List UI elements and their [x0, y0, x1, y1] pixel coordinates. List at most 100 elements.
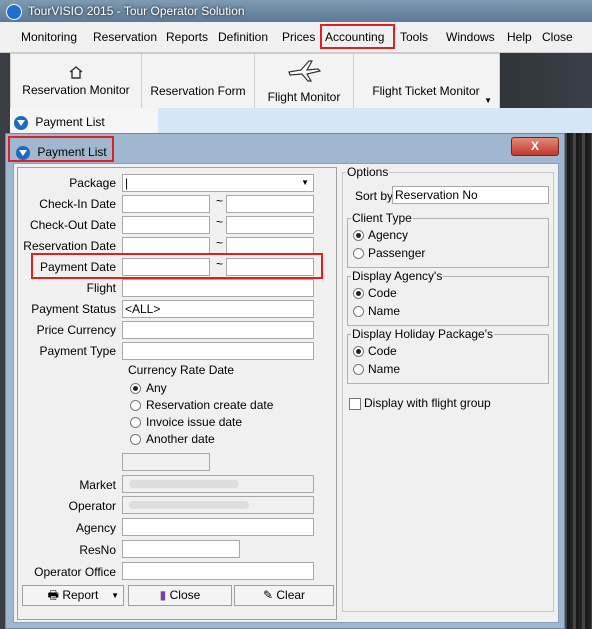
menu-close[interactable]: Close — [542, 30, 573, 44]
flight-label: Flight — [86, 281, 116, 295]
client-type-title: Client Type — [351, 211, 413, 225]
payment-list-tab-label: Payment List — [35, 115, 105, 129]
flight-group-label[interactable]: Display with flight group — [364, 396, 491, 410]
check-out-label: Check-Out Date — [29, 218, 116, 232]
check-in-to-field[interactable] — [226, 195, 314, 213]
rate-create-label[interactable]: Reservation create date — [146, 398, 273, 412]
agency-code-radio[interactable] — [353, 288, 364, 299]
menu-bar: Monitoring Reservation Reports Definitio… — [0, 22, 592, 53]
check-out-to-field[interactable] — [226, 216, 314, 234]
clear-button[interactable]: ✎ Clear — [234, 585, 334, 606]
reservation-date-label: Reservation Date — [23, 239, 116, 253]
check-in-from-field[interactable] — [122, 195, 210, 213]
menu-help[interactable]: Help — [507, 30, 532, 44]
operator-field[interactable] — [122, 496, 314, 514]
range-separator: ~ — [216, 236, 224, 250]
home-icon — [69, 66, 83, 79]
close-button[interactable]: ▮ Close — [128, 585, 232, 606]
package-dropdown[interactable]: | ▼ — [122, 174, 314, 192]
menu-monitoring[interactable]: Monitoring — [21, 30, 77, 44]
redacted-text — [129, 480, 239, 488]
dialog-close-button[interactable]: X — [511, 137, 559, 156]
report-label: Report — [62, 588, 99, 602]
market-field[interactable] — [122, 475, 314, 493]
price-currency-field[interactable] — [122, 321, 314, 339]
reservation-monitor-button[interactable]: Reservation Monitor — [11, 54, 142, 109]
redacted-text — [129, 501, 249, 509]
flight-monitor-button[interactable]: Flight Monitor — [255, 54, 354, 109]
rate-invoice-radio[interactable] — [130, 417, 141, 428]
payment-status-field[interactable]: <ALL> — [122, 300, 314, 318]
dropdown-arrow-icon[interactable]: ▼ — [111, 586, 119, 605]
another-date-field[interactable] — [122, 453, 210, 471]
holiday-name-radio[interactable] — [353, 364, 364, 375]
rate-invoice-label[interactable]: Invoice issue date — [146, 415, 242, 429]
flight-monitor-label: Flight Monitor — [267, 90, 341, 104]
resno-field[interactable] — [122, 540, 240, 558]
rate-another-label[interactable]: Another date — [146, 432, 215, 446]
operator-office-label: Operator Office — [34, 565, 116, 579]
rate-another-radio[interactable] — [130, 434, 141, 445]
menu-reports[interactable]: Reports — [166, 30, 208, 44]
rate-any-label[interactable]: Any — [146, 381, 167, 395]
chevron-down-icon[interactable]: ▼ — [301, 175, 309, 191]
options-title: Options — [346, 165, 390, 179]
client-agency-radio[interactable] — [353, 230, 364, 241]
app-titlebar: TourVISIO 2015 - Tour Operator Solution — [0, 0, 592, 22]
flight-ticket-monitor-button[interactable]: Flight Ticket Monitor ▼ — [354, 54, 498, 109]
tab-strip-filler — [158, 108, 592, 133]
menu-definition[interactable]: Definition — [218, 30, 268, 44]
reservation-form-button[interactable]: Reservation Form — [142, 54, 255, 109]
report-button[interactable]: 🖶 Report ▼ — [22, 585, 124, 606]
operator-office-field[interactable] — [122, 562, 314, 580]
holiday-code-radio[interactable] — [353, 346, 364, 357]
menu-tools[interactable]: Tools — [400, 30, 428, 44]
main-toolbar: Reservation Monitor Reservation Form Fli… — [10, 53, 500, 110]
market-label: Market — [79, 478, 116, 492]
airplane-icon — [288, 60, 321, 82]
options-group: Options Sort by Reservation No Client Ty… — [342, 165, 554, 612]
agency-field[interactable] — [122, 518, 314, 536]
agency-name-radio[interactable] — [353, 306, 364, 317]
display-agency-group: Display Agency's Code Name — [347, 269, 549, 326]
accounting-highlight — [320, 24, 395, 49]
payment-type-field[interactable] — [122, 342, 314, 360]
sort-by-field[interactable]: Reservation No — [392, 186, 549, 204]
check-in-label: Check-In Date — [39, 197, 116, 211]
agency-name-label[interactable]: Name — [368, 304, 400, 318]
door-icon: ▮ — [159, 588, 167, 602]
flight-field[interactable] — [122, 279, 314, 297]
clear-label: Clear — [276, 588, 306, 602]
close-label: Close — [169, 588, 201, 602]
payment-date-highlight — [31, 253, 323, 279]
holiday-name-label[interactable]: Name — [368, 362, 400, 376]
range-separator: ~ — [216, 215, 224, 229]
price-currency-label: Price Currency — [36, 323, 116, 337]
resno-label: ResNo — [79, 543, 116, 557]
sort-by-label: Sort by — [355, 189, 394, 203]
payment-status-label: Payment Status — [31, 302, 116, 316]
client-agency-label[interactable]: Agency — [368, 228, 408, 242]
client-type-group: Client Type Agency Passenger — [347, 211, 549, 268]
reservation-monitor-label: Reservation Monitor — [22, 83, 130, 97]
agency-code-label[interactable]: Code — [368, 286, 397, 300]
client-passenger-radio[interactable] — [353, 248, 364, 259]
flight-ticket-monitor-label: Flight Ticket Monitor — [372, 84, 480, 98]
check-out-from-field[interactable] — [122, 216, 210, 234]
dropdown-arrow-icon[interactable]: ▼ — [484, 96, 492, 105]
currency-rate-date-label: Currency Rate Date — [128, 363, 235, 377]
menu-prices[interactable]: Prices — [282, 30, 315, 44]
range-separator: ~ — [216, 194, 224, 208]
app-logo-icon — [6, 4, 22, 20]
menu-reservation[interactable]: Reservation — [93, 30, 157, 44]
holiday-code-label[interactable]: Code — [368, 344, 397, 358]
flight-group-checkbox[interactable] — [349, 398, 361, 410]
rate-any-radio[interactable] — [130, 383, 141, 394]
payment-list-tab-icon — [14, 115, 28, 130]
eraser-icon: ✎ — [262, 588, 274, 602]
client-passenger-label[interactable]: Passenger — [368, 246, 425, 260]
rate-create-radio[interactable] — [130, 400, 141, 411]
tab-payment-list[interactable]: Payment List — [10, 112, 105, 132]
filter-panel: Package | ▼ Check-In Date ~ Check-Out Da… — [17, 167, 337, 620]
menu-windows[interactable]: Windows — [446, 30, 495, 44]
